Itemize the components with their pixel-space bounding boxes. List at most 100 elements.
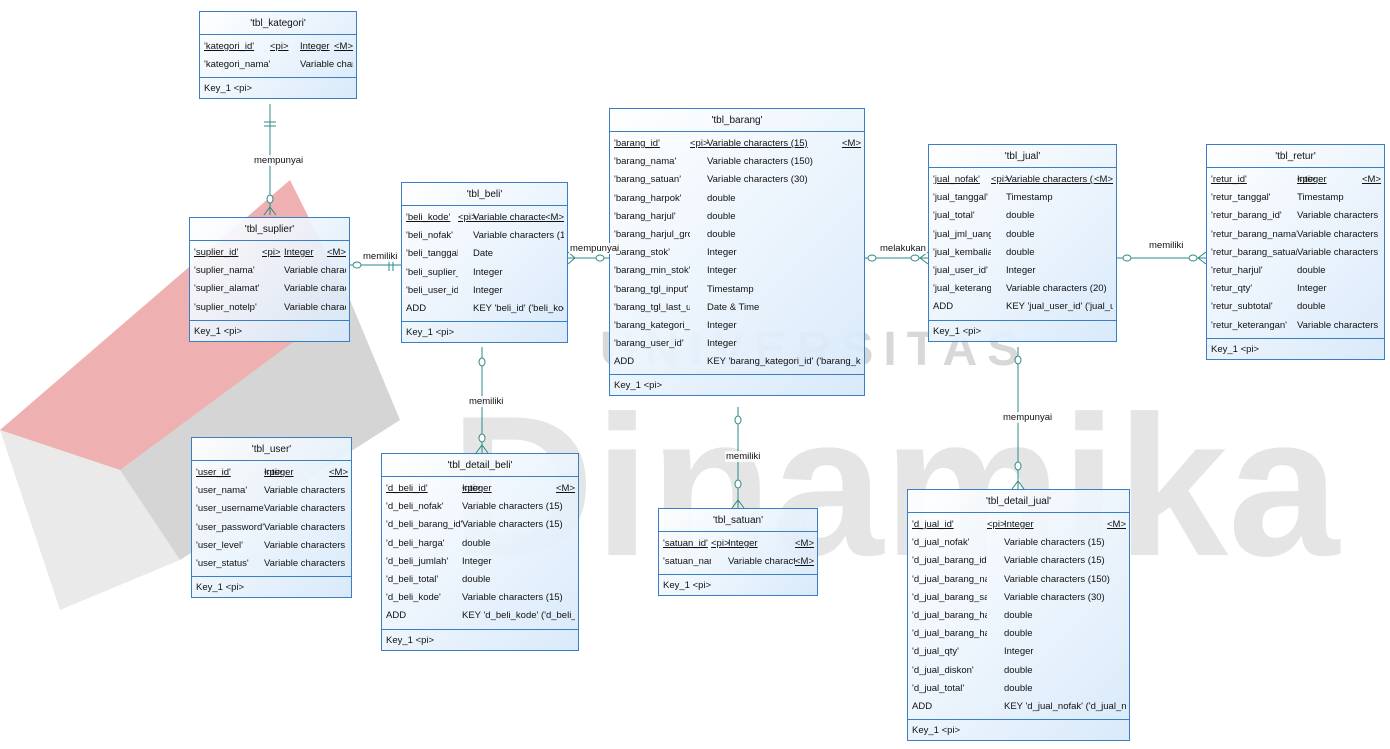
attribute-row: 'barang_tgl_input' Timestamp — [614, 281, 861, 299]
attribute-identifier — [458, 264, 473, 282]
attribute-name: 'user_status' — [196, 557, 249, 569]
attribute-row: 'retur_subtotal' double — [1211, 298, 1381, 316]
attribute-row: 'd_beli_jumlah' Integer — [386, 553, 575, 571]
attribute-row: 'retur_qty' Integer — [1211, 280, 1381, 298]
label-beli-detailbeli: memiliki — [468, 396, 505, 407]
attribute-name: 'd_beli_harga' — [386, 537, 445, 549]
entity-key: Key_1 <pi> — [1211, 343, 1260, 355]
entity-title: 'tbl_beli' — [402, 183, 567, 206]
entity-key: Key_1 <pi> — [406, 327, 455, 339]
entity-tbl-retur[interactable]: 'tbl_retur''retur_id' <pi> Integer <M>'retu… — [1206, 144, 1385, 360]
attribute-type: KEY 'barang_kategori_id' ('barang_katego… — [707, 356, 861, 368]
attribute-type: Variable characters (15) — [1004, 537, 1105, 549]
attribute-name: 'jual_tanggal' — [933, 192, 988, 204]
attribute-name: 'barang_stok' — [614, 247, 670, 259]
attribute-name: 'beli_nofak' — [406, 230, 453, 242]
attribute-name: ADD — [614, 356, 635, 368]
attribute-type: double — [1004, 628, 1033, 640]
attribute-type: Integer — [284, 247, 314, 258]
attribute-identifier — [991, 189, 1006, 207]
attribute-row: 'jual_total' double — [933, 207, 1113, 225]
attribute-name: 'retur_barang_satuan' — [1211, 246, 1297, 258]
attribute-row: 'user_nama' Variable characters (35) — [196, 482, 348, 500]
attribute-mandatory: <M> — [1093, 174, 1113, 185]
attribute-row: 'retur_barang_satuan' Variable characters… — [1211, 244, 1381, 262]
attribute-row: 'd_jual_total' double — [912, 680, 1126, 698]
entity-tbl-kategori[interactable]: 'tbl_kategori' 'kategori_id' <pi> Integer <M… — [199, 11, 357, 100]
attribute-row: 'd_beli_id' <pi> Integer <M> — [386, 480, 575, 498]
attribute-identifier: <pi> — [987, 519, 1006, 530]
attribute-row: 'd_beli_kode' Variable characters (15) — [386, 589, 575, 607]
entity-tbl-detail-jual[interactable]: 'tbl_detail_jual''d_jual_id' <pi> Integer <… — [907, 489, 1130, 742]
attribute-type: Integer — [1006, 264, 1036, 276]
attribute-type: Integer — [473, 284, 503, 296]
attribute-row: 'user_status' Variable characters (2) — [196, 555, 348, 573]
attribute-mandatory: <M> — [555, 483, 575, 494]
attribute-name: 'jual_nofak' — [933, 174, 980, 185]
label-barang-satuan: memiliki — [725, 451, 762, 462]
attribute-type: Variable characters (15) — [462, 501, 563, 513]
attribute-identifier — [690, 244, 707, 262]
attribute-type: Integer — [1297, 283, 1327, 295]
attribute-name: 'd_jual_barang_harpok' — [912, 609, 987, 621]
attribute-name: 'suplier_notelp' — [194, 301, 257, 313]
attribute-name: 'd_jual_barang_id' — [912, 555, 987, 567]
attribute-name: 'barang_kategori_id' — [614, 319, 690, 331]
attribute-name: 'retur_harjul' — [1211, 264, 1263, 276]
attribute-identifier — [987, 698, 1004, 716]
attribute-name: 'user_id' — [196, 467, 231, 478]
attribute-identifier — [987, 589, 1004, 607]
attribute-name: 'satuan_nama' — [663, 556, 711, 568]
entity-tbl-suplier[interactable]: 'tbl_suplier''suplier_id' <pi> Integer <M> '… — [189, 217, 350, 342]
attribute-name: 'barang_id' — [614, 138, 660, 149]
attribute-row: 'satuan_nama' Variable characters (35)<M> — [663, 553, 814, 571]
entity-tbl-barang[interactable]: 'tbl_barang''barang_id' <pi> Variable char… — [609, 108, 865, 397]
attribute-name: 'beli_user_id' — [406, 284, 458, 296]
attribute-type: Timestamp — [707, 283, 754, 295]
attribute-list: 'kategori_id' <pi> Integer <M> 'kategori_nam… — [200, 35, 356, 79]
entity-tbl-satuan[interactable]: 'tbl_satuan''satuan_id' <pi> Integer <M>'sa… — [658, 508, 818, 597]
attribute-name: 'suplier_id' — [194, 247, 239, 258]
attribute-name: 'user_password' — [196, 521, 264, 533]
attribute-name: 'jual_jml_uang' — [933, 228, 991, 240]
entity-key: Key_1 <pi> — [196, 582, 245, 594]
attribute-row: 'd_beli_nofak' Variable characters (15) — [386, 498, 575, 516]
attribute-row: 'suplier_alamat' Variable characters (30) — [194, 280, 346, 298]
attribute-row: 'retur_keterangan' Variable characters (1… — [1211, 317, 1381, 335]
attribute-row: 'd_jual_diskon' double — [912, 662, 1126, 680]
attribute-identifier — [270, 56, 300, 74]
entity-tbl-jual[interactable]: 'tbl_jual''jual_nofak' <pi> Variable chara… — [928, 144, 1117, 342]
attribute-type: KEY 'd_beli_kode' ('d_beli_kode') — [462, 610, 575, 622]
attribute-type: double — [1297, 301, 1326, 313]
attribute-name: 'd_beli_nofak' — [386, 501, 444, 513]
attribute-row: 'satuan_id' <pi> Integer <M> — [663, 535, 814, 553]
attribute-type: Integer — [300, 41, 330, 52]
attribute-row: 'beli_nofak' Variable characters (15) — [406, 227, 564, 245]
attribute-mandatory: <M> — [794, 556, 814, 568]
attribute-list: 'barang_id' <pi> Variable characters (15) <… — [610, 132, 864, 376]
entity-tbl-detail-beli[interactable]: 'tbl_detail_beli''d_beli_id' <pi> Integer <… — [381, 453, 579, 651]
attribute-type: Variable characters (15) — [707, 138, 808, 149]
entity-title: 'tbl_detail_jual' — [908, 490, 1129, 513]
attribute-row: 'suplier_id' <pi> Integer <M> — [194, 244, 346, 262]
attribute-name: 'd_jual_barang_satuan' — [912, 591, 987, 603]
attribute-name: 'barang_user_id' — [614, 338, 684, 350]
attribute-row: 'user_id' <pi> Integer <M> — [196, 464, 348, 482]
attribute-row: 'd_jual_barang_harjul' double — [912, 625, 1126, 643]
attribute-row: 'beli_tanggal' Date — [406, 245, 564, 263]
attribute-identifier — [987, 571, 1004, 589]
attribute-type: Variable characters (35) — [264, 485, 348, 497]
entity-tbl-user[interactable]: 'tbl_user''user_id' <pi> Integer <M>'user_n… — [191, 437, 352, 599]
attribute-name: 'jual_user_id' — [933, 264, 988, 276]
attribute-type: Variable characters (20) — [284, 301, 346, 313]
attribute-name: 'd_jual_id' — [912, 519, 954, 530]
entity-tbl-beli[interactable]: 'tbl_beli''beli_kode' <pi> Variable charac… — [401, 182, 568, 344]
attribute-mandatory: <M> — [841, 138, 861, 149]
attribute-row: 'd_beli_harga' double — [386, 535, 575, 553]
attribute-type: Variable characters (35) — [264, 521, 348, 533]
entity-title: 'tbl_kategori' — [200, 12, 356, 35]
attribute-type: Variable characters (30) — [264, 503, 348, 515]
entity-title: 'tbl_jual' — [929, 145, 1116, 168]
attribute-type: Integer — [1297, 174, 1327, 185]
attribute-row: 'd_jual_nofak' Variable characters (15) — [912, 534, 1126, 552]
